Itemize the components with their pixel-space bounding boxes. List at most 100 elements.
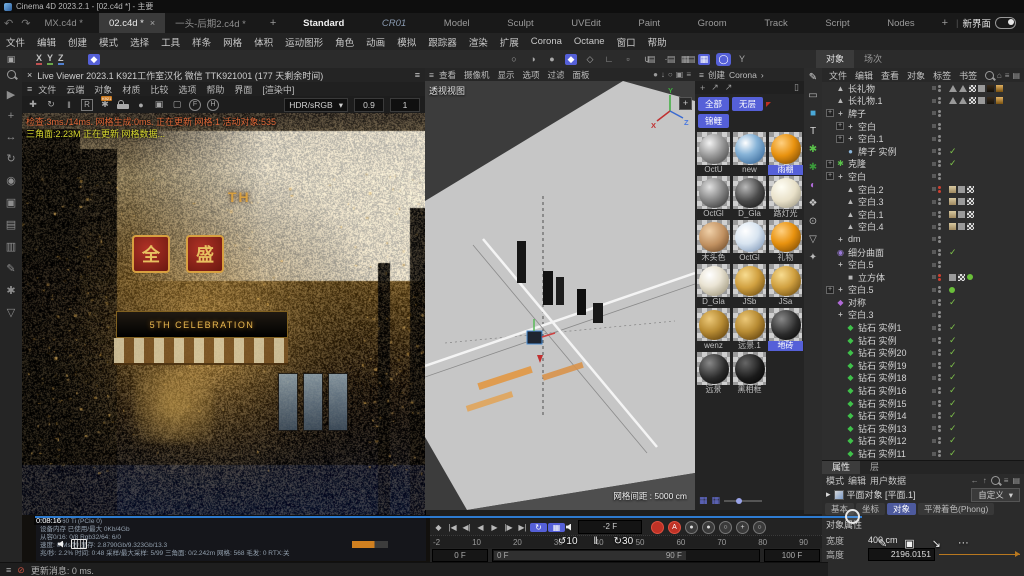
expand-icon[interactable]	[836, 271, 845, 283]
lv-tool-icon[interactable]: ↻	[45, 99, 57, 110]
visibility-dot[interactable]	[938, 135, 941, 138]
layout-tab[interactable]: CR01	[382, 18, 406, 29]
layout-tab[interactable]: Standard	[303, 18, 344, 29]
layer-square[interactable]	[932, 426, 936, 430]
object-tag-icon[interactable]	[949, 274, 956, 281]
enabled-check[interactable]	[949, 146, 957, 157]
object-tag-icon[interactable]	[949, 211, 956, 218]
layer-square[interactable]	[932, 86, 936, 90]
material-item[interactable]: JSa	[768, 264, 803, 307]
more-icon[interactable]: ···	[958, 537, 969, 550]
object-row[interactable]: 钻石 实例13	[822, 422, 1024, 435]
render-view[interactable]: TH 全 盛 5TH CELEBRATION 检查:3ms./14ms. 网格生…	[22, 113, 425, 515]
viewport-menu-item[interactable]: 摄像机	[461, 69, 493, 81]
material-item[interactable]: JSb	[732, 264, 767, 307]
filter-nolayer[interactable]: 无层	[732, 97, 763, 111]
object-row[interactable]: 钻石 实例20	[822, 346, 1024, 359]
tool-icon[interactable]: +	[5, 110, 17, 122]
attribute-tab[interactable]: 对象	[887, 503, 916, 515]
object-tag-icon[interactable]	[967, 198, 974, 205]
viewport-corner-icon[interactable]: ≡	[686, 70, 691, 79]
om-menu-item[interactable]: 书签	[956, 69, 980, 82]
visibility-dot[interactable]	[938, 286, 941, 289]
expand-icon[interactable]	[836, 208, 845, 220]
lv-menu-item[interactable]: 材质	[118, 83, 144, 96]
layer-square[interactable]	[932, 338, 936, 342]
object-tag-icon[interactable]	[949, 186, 956, 193]
render-dot[interactable]	[938, 265, 941, 268]
create-tool-icon[interactable]: ▭	[808, 90, 817, 101]
enabled-check[interactable]	[949, 347, 957, 358]
hamburger-icon[interactable]: ≡	[429, 70, 434, 80]
object-tag-icon[interactable]	[958, 186, 965, 193]
toolbar-icon[interactable]: ◆	[565, 54, 577, 65]
enabled-check[interactable]	[949, 423, 957, 434]
menu-item[interactable]: Corona	[525, 36, 568, 47]
viewport-add-icon[interactable]: +	[679, 97, 692, 110]
layer-square[interactable]	[932, 313, 936, 317]
render-dot[interactable]	[938, 240, 941, 243]
lv-menu-item[interactable]: 界面	[230, 83, 256, 96]
expand-icon[interactable]	[826, 284, 835, 296]
layer-square[interactable]	[932, 275, 936, 279]
object-row[interactable]: 空白.4	[822, 221, 1024, 234]
render-dot[interactable]	[938, 366, 941, 369]
lv-tool-icon[interactable]: ▢	[171, 99, 183, 110]
object-tag-icon[interactable]	[967, 274, 973, 280]
tool-icon[interactable]: ↔	[5, 131, 17, 143]
create-tool-icon[interactable]: ✎	[809, 72, 817, 83]
object-row[interactable]: 钻石 实例14	[822, 409, 1024, 422]
menu-item[interactable]: 模式	[93, 35, 124, 49]
om-menu-item[interactable]: 标签	[930, 69, 954, 82]
redo-icon[interactable]: ↷	[17, 17, 34, 30]
visibility-dot[interactable]	[938, 211, 941, 214]
create-tool-icon[interactable]: ❖	[809, 198, 818, 209]
object-row[interactable]: 钻石 实例16	[822, 384, 1024, 397]
close-tab-icon[interactable]: ×	[150, 18, 155, 28]
toolbar-icon[interactable]: ○	[508, 54, 520, 64]
object-tag-icon[interactable]	[949, 97, 957, 104]
lv-tool-icon[interactable]: H	[207, 99, 219, 111]
visibility-dot[interactable]	[938, 148, 941, 151]
expand-icon[interactable]	[836, 334, 845, 346]
expand-icon[interactable]	[826, 233, 835, 245]
object-row[interactable]: 牌子	[822, 107, 1024, 120]
transport-button[interactable]: ▶	[488, 523, 501, 532]
menu-item[interactable]: Octane	[568, 36, 611, 47]
viewport-menu-item[interactable]: 显示	[495, 69, 518, 81]
expand-icon[interactable]	[826, 95, 835, 107]
visibility-dot[interactable]	[938, 160, 941, 163]
object-tag-icon[interactable]	[969, 85, 976, 92]
material-tool-icon[interactable]: ↗	[725, 82, 733, 93]
gamma-field[interactable]: 0.9	[354, 98, 384, 112]
visibility-dot[interactable]	[938, 223, 941, 226]
enabled-check[interactable]	[949, 247, 957, 258]
panel-icon[interactable]: ▤	[1012, 71, 1020, 80]
document-tab[interactable]: 一头-后期2.c4d *	[165, 13, 262, 33]
lv-menu-item[interactable]: [渲染中]	[258, 83, 298, 96]
tool-icon[interactable]: ✱	[5, 284, 17, 297]
object-tag-icon[interactable]	[969, 97, 976, 104]
object-tag-icon[interactable]	[996, 97, 1003, 104]
layer-square[interactable]	[932, 149, 936, 153]
filter-icon[interactable]: ≡	[1004, 476, 1009, 485]
hamburger-icon[interactable]: ≡	[27, 84, 32, 94]
record-button[interactable]: ○	[719, 521, 732, 534]
expand-icon[interactable]	[836, 422, 845, 434]
viewport-canvas[interactable]: Y X Z 透视视图 + 网格间距 : 5000 cm	[425, 81, 695, 510]
layout-tab[interactable]: Model	[444, 18, 470, 29]
material-item[interactable]: OctGl	[696, 176, 731, 219]
document-tab[interactable]: 02.c4d * ×	[99, 13, 165, 33]
toolbar-icon[interactable]: ▫	[622, 54, 634, 64]
attr-menu-item[interactable]: 模式	[826, 474, 844, 487]
visibility-dot[interactable]	[938, 123, 941, 126]
object-tag-icon[interactable]	[967, 223, 974, 230]
up-icon[interactable]: ↑	[983, 476, 987, 485]
render-dot[interactable]	[938, 202, 941, 205]
expand-icon[interactable]	[836, 196, 845, 208]
tool-icon[interactable]: ▽	[5, 306, 17, 319]
expand-icon[interactable]	[836, 183, 845, 195]
visibility-dot[interactable]	[938, 362, 941, 365]
object-tag-icon[interactable]	[958, 198, 965, 205]
back-icon[interactable]: ←	[971, 476, 979, 485]
